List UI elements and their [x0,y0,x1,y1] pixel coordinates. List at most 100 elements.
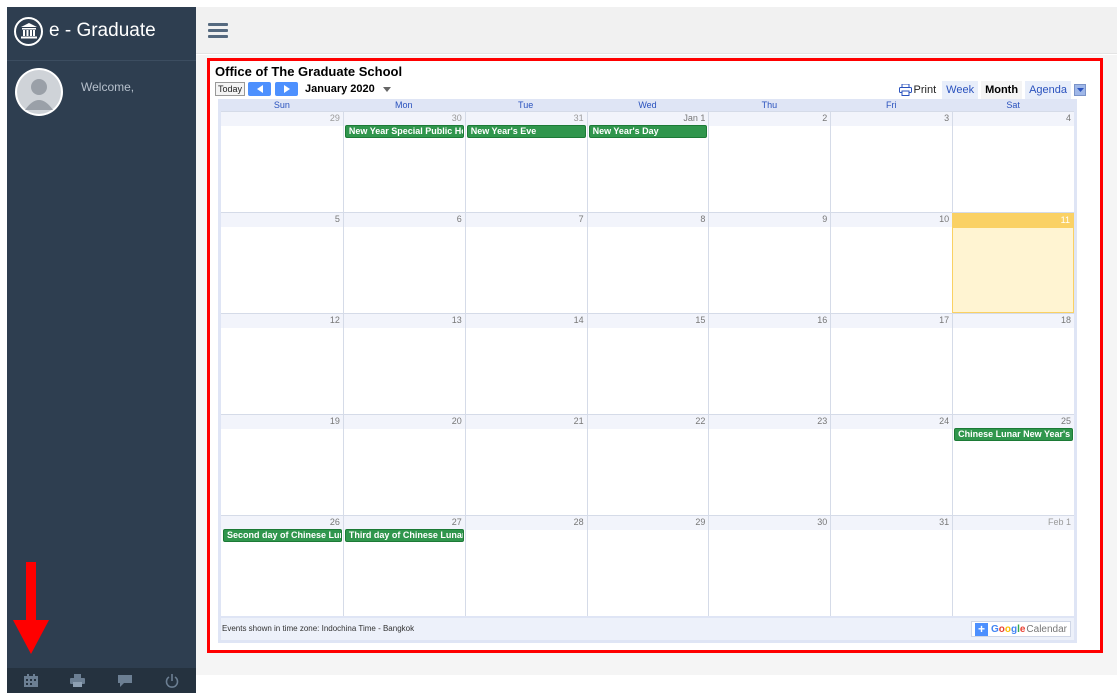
calendar-day-cell[interactable]: 31 [830,516,953,616]
day-name: Sat [1006,100,1020,110]
calendar-day-cell[interactable]: 14 [464,314,587,414]
day-number: Jan 1 [587,112,709,126]
calendar-day-cell[interactable]: 23 [708,415,831,515]
calendar-day-cell[interactable]: 12 [221,314,343,414]
calendar-day-cell-today[interactable]: 11 [952,213,1075,313]
google-logo-text: Google [990,623,1026,635]
arrow-left-icon [256,85,263,93]
calendar-day-cell[interactable]: 5 [221,213,343,313]
calendar-day-cell[interactable]: 24 [830,415,953,515]
day-number: 22 [587,415,709,429]
calendar-logo-text: Calendar [1026,623,1067,635]
day-number: 5 [221,213,343,227]
print-label: Print [913,83,937,96]
day-number: 19 [221,415,343,429]
calendar-event[interactable]: New Year Special Public Holiday [344,125,464,138]
calendar-day-cell[interactable]: 20 [342,415,465,515]
calendar-day-cell[interactable]: 3 [830,112,953,212]
timezone-text: Events shown in time zone: Indochina Tim… [222,624,415,633]
day-number: 27 [343,516,465,530]
calendar-event[interactable]: New Year's Eve [466,125,586,138]
day-number: 15 [587,314,709,328]
day-number: 29 [587,516,709,530]
calendar-day-cell[interactable]: 8 [586,213,709,313]
today-button[interactable]: Today [215,82,246,96]
day-number: 26 [221,516,343,530]
calendar-event[interactable]: New Year's Day [588,125,708,138]
chevron-down-icon [1076,87,1084,92]
app-title: e - Graduate [49,20,156,41]
top-bar [196,7,1117,54]
previous-month-button[interactable] [248,82,272,96]
calendar-day-cell[interactable]: 18 [952,314,1075,414]
next-month-button[interactable] [275,82,299,96]
calendar-event[interactable]: Chinese Lunar New Year's Day [954,428,1074,441]
day-number: 12 [221,314,343,328]
calendar-day-cell[interactable]: 22 [586,415,709,515]
calendar-nav: Today January 2020 [215,81,391,97]
google-calendar-button[interactable]: + Google Calendar [970,621,1071,637]
day-number: 29 [221,112,343,126]
calendar-highlight-frame: Office of The Graduate School Today Janu… [207,58,1103,653]
calendar-day-cell[interactable]: 29 [586,516,709,616]
calendar-day-cell[interactable]: 29 [221,112,343,212]
avatar[interactable] [15,68,63,116]
day-number: 17 [831,314,953,328]
day-number: 7 [465,213,587,227]
calendar-day-cell[interactable]: 7 [464,213,587,313]
calendar-title: Office of The Graduate School [215,64,403,79]
day-number: 24 [831,415,953,429]
day-names-row: Sun Mon Tue Wed Thu Fri Sat [221,99,1074,111]
day-number: 25 [953,415,1075,429]
sidebar-divider [7,60,196,61]
month-label[interactable]: January 2020 [305,83,375,95]
hamburger-menu-icon[interactable] [208,23,228,39]
power-icon[interactable] [157,671,187,691]
calendar-day-cell[interactable]: 28 [464,516,587,616]
calendar-icon[interactable] [16,671,46,691]
calendar-day-cell[interactable]: 30 [708,516,831,616]
calendar-day-cell[interactable]: 4 [952,112,1075,212]
calendar-day-cell[interactable]: 21 [464,415,587,515]
day-name: Fri [885,100,897,110]
day-number: 2 [709,112,831,126]
page-bottom [196,675,1117,693]
calendar-week: 19 20 21 22 23 24 25 [221,414,1075,515]
calendar-footer: Events shown in time zone: Indochina Tim… [221,618,1074,640]
calendar-day-cell[interactable]: 16 [708,314,831,414]
chat-icon[interactable] [110,671,140,691]
view-switcher: Print Week Month Agenda [896,80,1086,99]
calendar-day-cell[interactable]: 2 [708,112,831,212]
calendar-day-cell[interactable]: 9 [708,213,831,313]
calendar-day-cell[interactable]: Feb 1 [952,516,1075,616]
calendar-day-cell[interactable]: 15 [586,314,709,414]
tab-agenda[interactable]: Agenda [1025,80,1071,99]
calendar-event[interactable]: Second day of Chinese Lunar New Year [223,529,342,542]
calendar-day-cell[interactable]: 13 [342,314,465,414]
month-grid: Sun Mon Tue Wed Thu Fri Sat 29 30 31 Jan 12… [218,99,1077,643]
user-silhouette-icon [17,70,61,114]
calendar-day-cell[interactable]: 6 [342,213,465,313]
day-number: 9 [709,213,831,227]
day-number: 30 [343,112,465,126]
month-dropdown-icon[interactable] [382,86,391,92]
printer-icon [898,83,912,96]
day-number: 31 [831,516,953,530]
brand[interactable]: e - Graduate [14,16,156,46]
sidebar-footer [7,668,196,693]
calendar-event[interactable]: Third day of Chinese Lunar New Year [344,529,464,542]
tab-month[interactable]: Month [981,80,1023,99]
day-number: 16 [709,314,831,328]
view-dropdown-button[interactable] [1074,83,1086,96]
weeks-container: 29 30 31 Jan 1 2 3 4 5 6 7 8 9 10 11 12 13 14 15 16 17 18 19 2… [221,111,1075,616]
calendar-day-cell[interactable]: 19 [221,415,343,515]
day-number: 6 [343,213,465,227]
print-icon[interactable] [63,671,93,691]
calendar-day-cell[interactable]: 10 [830,213,953,313]
day-number: 13 [343,314,465,328]
tab-week[interactable]: Week [942,80,979,99]
calendar-week: 5 6 7 8 9 10 11 [221,212,1075,313]
print-button[interactable]: Print [896,83,940,96]
calendar-day-cell[interactable]: 17 [830,314,953,414]
day-number: 23 [709,415,831,429]
